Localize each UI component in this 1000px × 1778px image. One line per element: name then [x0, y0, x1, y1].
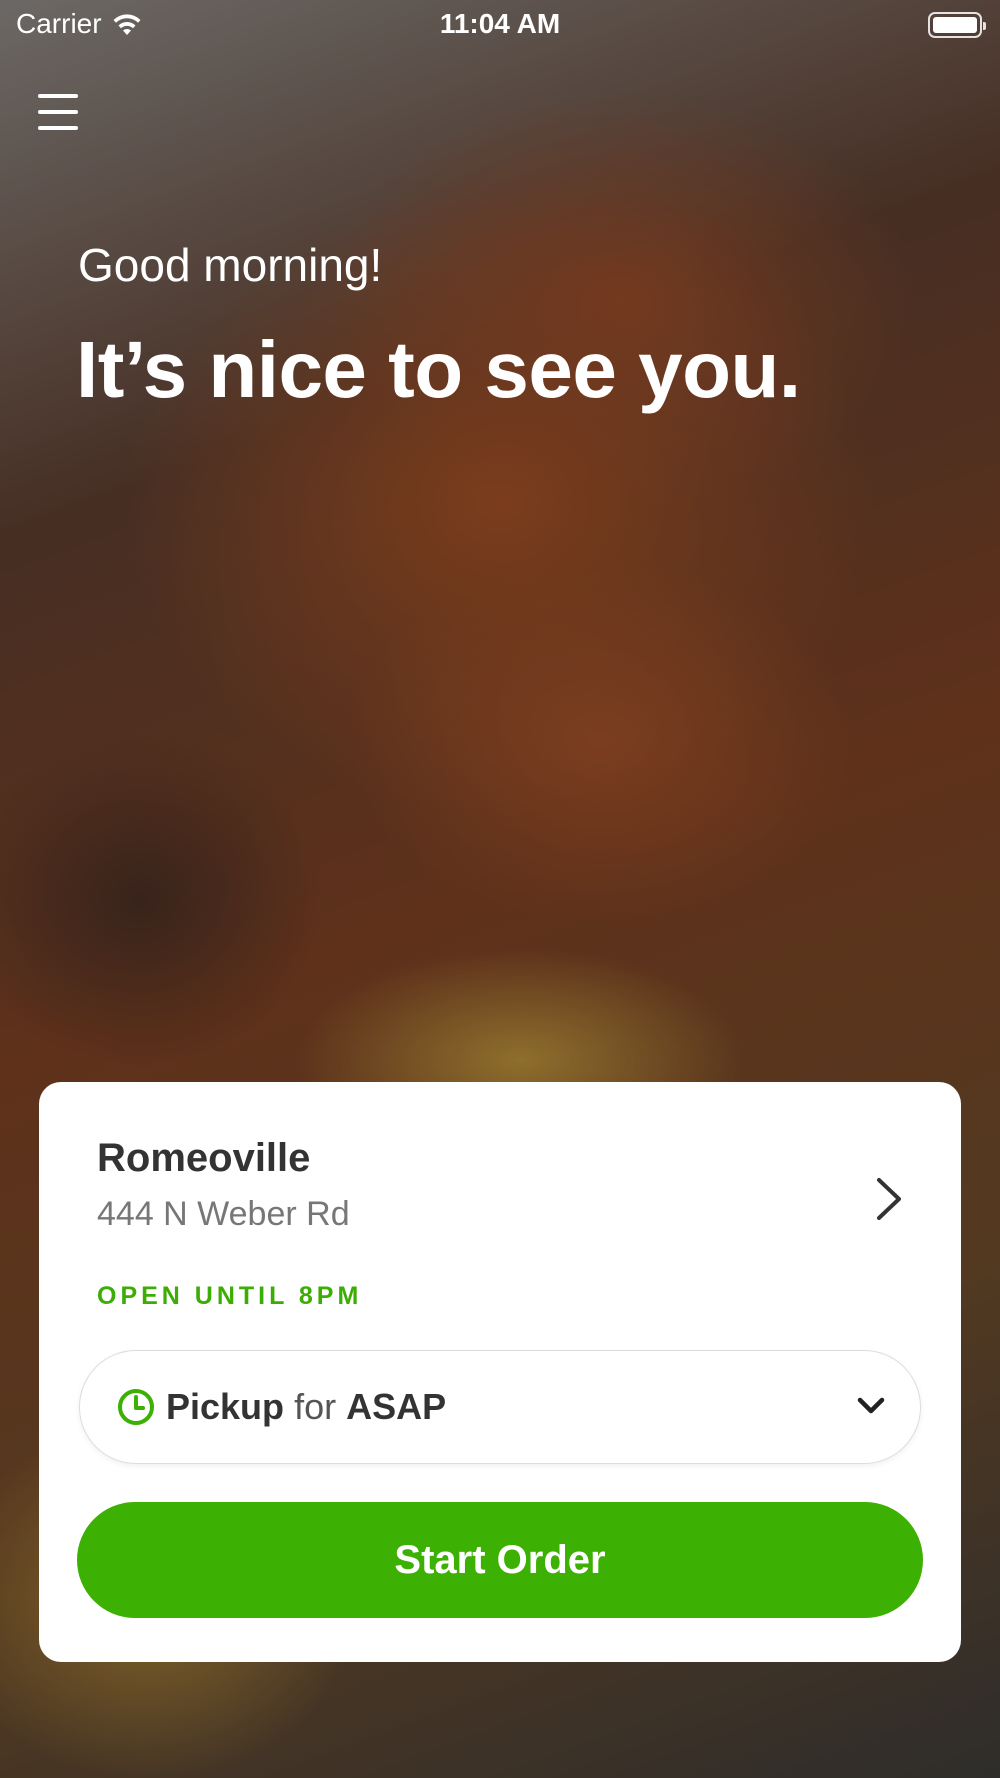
order-mode: Pickup: [166, 1386, 285, 1427]
location-card: Romeoville 444 N Weber Rd OPEN UNTIL 8PM…: [39, 1082, 961, 1662]
location-selector[interactable]: Romeoville 444 N Weber Rd: [97, 1136, 921, 1234]
location-name: Romeoville: [97, 1136, 311, 1180]
battery-level: [933, 17, 977, 33]
open-status-label: OPEN UNTIL 8PM: [97, 1282, 363, 1310]
pickup-summary: Pickup for ASAP: [166, 1386, 446, 1428]
status-time: 11:04 AM: [439, 8, 561, 39]
menu-icon[interactable]: [38, 94, 78, 130]
clock-icon: [118, 1389, 154, 1425]
order-connector: for: [294, 1386, 337, 1427]
chevron-down-icon: [857, 1397, 885, 1414]
order-time: ASAP: [346, 1386, 447, 1427]
location-address: 444 N Weber Rd: [97, 1195, 350, 1233]
status-bar: Carrier 11:04 AM: [0, 0, 1000, 50]
greeting-text: Good morning!: [78, 239, 383, 291]
chevron-right-icon: [877, 1178, 901, 1220]
pickup-time-selector[interactable]: Pickup for ASAP: [79, 1350, 921, 1464]
battery-icon: [928, 12, 986, 38]
start-order-button[interactable]: Start Order: [77, 1502, 923, 1618]
menu-bar: [38, 94, 78, 98]
menu-bar: [38, 126, 78, 130]
menu-bar: [38, 110, 78, 114]
headline-text: It’s nice to see you.: [76, 325, 801, 414]
